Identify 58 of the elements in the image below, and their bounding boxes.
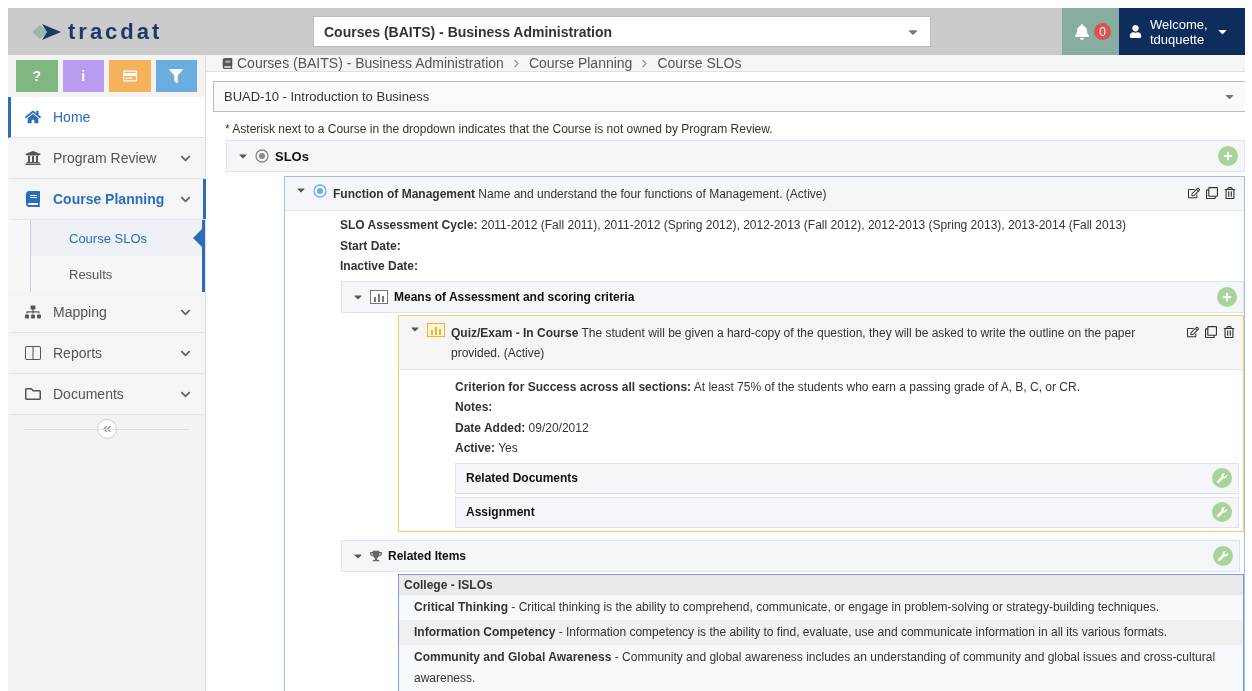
field-text: Notes: xyxy=(455,399,494,416)
copy-icon[interactable] xyxy=(1206,187,1218,199)
trash-icon[interactable] xyxy=(1224,187,1236,199)
sidebar-item[interactable]: Home xyxy=(8,97,205,138)
user-icon xyxy=(1129,25,1142,38)
field-text: Criterion for Success across all sections: At least 75% of the students who earn a passing grade of A, B, C, or CR. xyxy=(455,378,1081,396)
field-text: Date Added: 09/20/2012 xyxy=(455,419,590,437)
breadcrumb-link[interactable]: Course Planning xyxy=(528,55,633,71)
related-item-text: Information Competency - Information competency is the ability to find, evaluate, use and communicate information in all its various formats. xyxy=(399,619,1243,645)
help-icon: ? xyxy=(32,68,42,84)
trash-icon[interactable] xyxy=(1223,325,1235,338)
columns-icon xyxy=(25,345,41,361)
filter-icon xyxy=(169,69,184,83)
logo-icon xyxy=(32,22,62,41)
related-item-text: Critical Thinking - Critical thinking is the ability to comprehend, communicate, or engage in problem-solving or strategy-building techniques. xyxy=(413,598,1161,616)
program-select[interactable]: Courses (BAITS) - Business Administration xyxy=(313,16,931,47)
sitemap-icon xyxy=(25,304,41,320)
bell-icon xyxy=(1074,23,1090,40)
book-icon xyxy=(222,57,233,69)
slo-title: Function of Management Name and understand the four functions of Management. (Active) xyxy=(333,186,828,203)
breadcrumb-link[interactable]: Course SLOs xyxy=(657,55,742,71)
bank-icon xyxy=(25,150,41,166)
subsection-header: Related Documents xyxy=(455,462,1239,494)
group-title: College - ISLOs xyxy=(399,574,1243,595)
edit-icon[interactable] xyxy=(1188,187,1200,199)
notification-button[interactable]: 0 xyxy=(1062,8,1119,55)
measure-title: Quiz/Exam - In Course The student will be given a hard-copy of the question, they will be asked to write the outline on the paper provided. (Active) xyxy=(451,324,1137,362)
home-icon xyxy=(25,109,41,125)
target-icon xyxy=(255,149,269,163)
section-header: Means of Assessment and scoring criteria xyxy=(341,280,1244,313)
trophy-icon xyxy=(370,549,382,562)
breadcrumb-link[interactable]: Courses (BAITS) - Business Administration xyxy=(222,55,504,71)
related-item-text: Community and Global Awareness - Community and global awareness includes an understanding of community and global issues and cross-cultural awareness. xyxy=(413,648,1217,687)
target-icon xyxy=(313,184,327,198)
copy-icon[interactable] xyxy=(1205,325,1217,338)
notification-count: 0 xyxy=(1094,23,1111,40)
field-text: SLO Assessment Cycle: 2011-2012 (Fall 2011), 2011-2012 (Spring 2012), 2012-2013 (Fall 2012), 2012-2013 (Spring 2013), 2013-2014 (Fall 2013) xyxy=(340,217,1128,234)
folder-icon xyxy=(25,386,41,402)
sidebar-subitem[interactable]: Course SLOs xyxy=(30,220,202,256)
chevron-icon xyxy=(640,58,650,68)
info-icon: i xyxy=(81,68,86,84)
user-menu[interactable]: Welcome, tduquette xyxy=(1119,8,1245,55)
bar-chart-icon xyxy=(427,322,445,337)
book-icon xyxy=(25,191,41,207)
double-chevron-icon xyxy=(101,424,112,434)
section-header: Related Items xyxy=(341,539,1240,572)
section-header: SLOs xyxy=(226,140,1245,172)
bar-chart-icon xyxy=(370,289,388,304)
edit-icon[interactable] xyxy=(1187,325,1199,338)
subsection-header: Assignment xyxy=(455,496,1239,528)
field-text: Start Date: xyxy=(340,237,402,255)
logo-text: tracdat xyxy=(68,18,163,45)
field-text: Inactive Date: xyxy=(340,258,420,275)
chevron-icon xyxy=(511,58,521,68)
note-text: * Asterisk next to a Course in the dropdown indicates that the Course is not owned by Program Review. xyxy=(224,121,774,138)
field-text: Active: Yes xyxy=(455,440,519,457)
course-select[interactable]: BUAD-10 - Introduction to Business xyxy=(213,81,1245,112)
sidebar-item[interactable]: Course Planning xyxy=(8,179,205,220)
